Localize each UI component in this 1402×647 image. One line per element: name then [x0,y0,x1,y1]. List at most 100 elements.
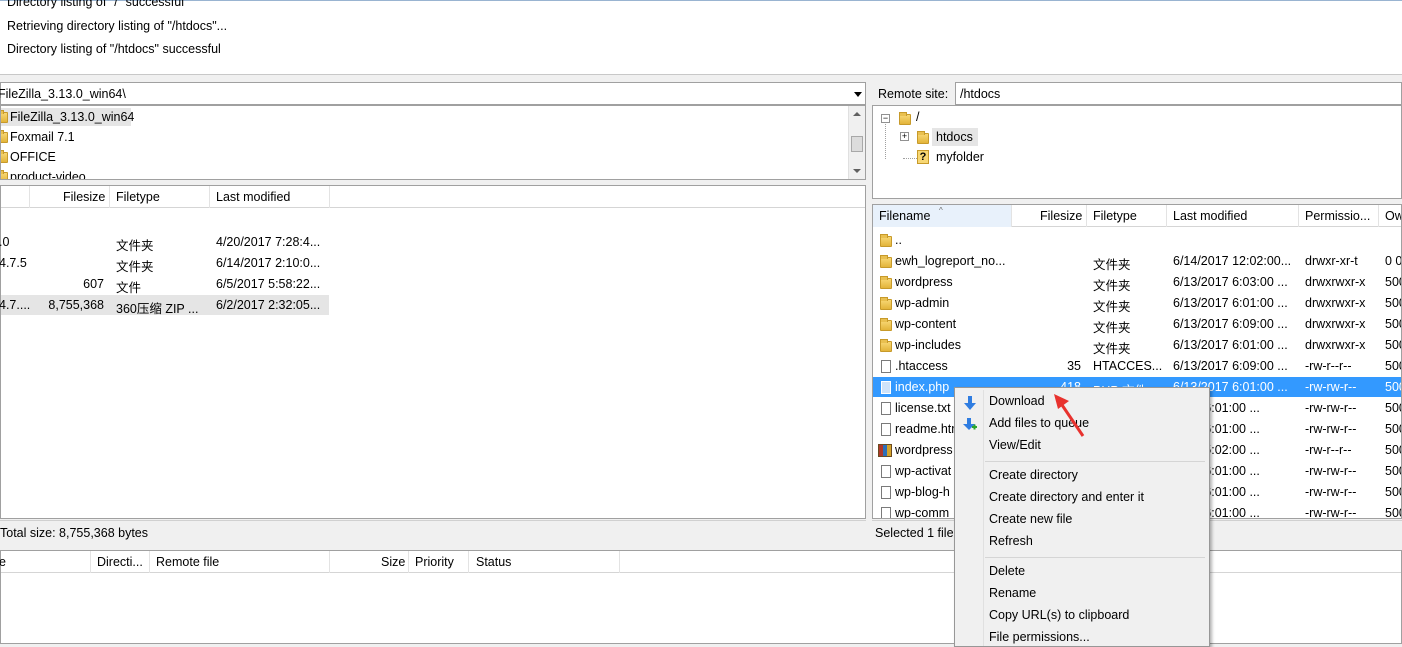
cell-perm: drwxrwxr-x [1305,275,1366,289]
cell-perm: drwxrwxr-x [1305,338,1366,352]
menu-delete[interactable]: Delete [989,564,1025,578]
remote-selection-status: Selected 1 file [875,526,954,540]
column-size[interactable]: Size [381,555,405,569]
table-row[interactable]: wp-admin 文件夹 6/13/2017 6:01:00 ... drwxrwxr… [873,293,1401,314]
cell-name: ewh_logreport_no... [895,254,1006,268]
cell-name: .htaccess [895,359,948,373]
cell-owner: 500 [1385,296,1401,310]
cell-owner: 0 0 [1385,254,1402,268]
folder-icon [1,170,8,179]
cell-perm: -rw-rw-r-- [1305,422,1357,436]
folder-icon [880,234,892,247]
file-icon [881,360,891,373]
cell-name: wp-activat [895,464,952,478]
column-last-modified[interactable]: Last modified [1173,209,1247,223]
column-direction[interactable]: Directi... [97,555,143,569]
tree-item-filezilla[interactable]: FileZilla_3.13.0_win64 [1,108,134,126]
column-priority[interactable]: Priority [415,555,454,569]
cell-type: 文件夹 [1093,279,1131,293]
table-row[interactable]: .. [873,230,1401,250]
table-row[interactable]: ewh_logreport_no... 文件夹 6/14/2017 12:02:00… [873,251,1402,272]
table-row[interactable]: 607 文件 6/5/2017 5:58:22... [1,274,329,295]
table-row[interactable]: .0 文件夹 4/20/2017 7:28:4... [0,232,329,253]
expand-icon[interactable]: + [900,132,909,141]
tree-item-myfolder[interactable]: myfolder [936,150,984,164]
file-icon [881,381,891,394]
column-filetype[interactable]: Filetype [116,190,160,204]
remote-list-header: Filename ^ Filesize Filetype Last modifi… [873,205,1401,227]
cell-perm: -rw-rw-r-- [1305,506,1357,519]
column-filetype[interactable]: Filetype [1093,209,1137,223]
folder-icon [1,130,8,143]
scroll-down-icon[interactable] [853,169,861,173]
menu-download[interactable]: Download [989,394,1045,408]
menu-create-directory[interactable]: Create directory [989,468,1078,482]
collapse-icon[interactable]: − [881,114,890,123]
file-icon [881,423,891,436]
menu-rename[interactable]: Rename [989,586,1036,600]
table-row[interactable]: .htaccess 35 HTACCES... 6/13/2017 6:09:00 .… [873,356,1401,376]
menu-file-permissions[interactable]: File permissions... [989,630,1090,644]
log-line: Directory listing of "/" successful [7,0,184,9]
column-filesize[interactable]: Filesize [63,190,105,204]
menu-create-directory-enter[interactable]: Create directory and enter it [989,490,1144,504]
cell-owner: 500 [1385,401,1401,415]
remote-tree: − / + htdocs ? myfolder [872,105,1402,199]
cell-owner: 500 [1385,359,1401,373]
cell-modified: 6/13/2017 6:03:00 ... [1173,275,1288,289]
menu-view-edit[interactable]: View/Edit [989,438,1041,452]
cell-type: 文件夹 [1093,258,1131,272]
table-row[interactable]: wp-includes 文件夹 6/13/2017 6:01:00 ... drwxr… [873,335,1401,356]
tree-item-office[interactable]: OFFICE [1,148,131,166]
cell-owner: 500 [1385,275,1401,289]
cell-perm: -rw-rw-r-- [1305,401,1357,415]
tree-item-htdocs[interactable]: htdocs [932,128,978,146]
column-filename[interactable]: Filename [879,209,930,223]
cell-name: wp-blog-h [895,485,950,499]
local-tree: FileZilla_3.13.0_win64 Foxmail 7.1 OFFIC… [0,105,866,180]
table-row[interactable]: 4.7.... 8,755,368 360压缩 ZIP ... 6/2/2017… [0,295,329,316]
column-status[interactable]: Status [476,555,511,569]
folder-icon [880,297,892,310]
column-remote-file[interactable]: Remote file [156,555,219,569]
menu-refresh[interactable]: Refresh [989,534,1033,548]
table-row[interactable]: 4.7.5 文件夹 6/14/2017 2:10:0... [0,253,329,274]
menu-create-new-file[interactable]: Create new file [989,512,1072,526]
file-icon [881,402,891,415]
local-path-input[interactable]: FileZilla_3.13.0_win64\ [0,87,126,101]
cell-owner: 500 [1385,317,1401,331]
folder-icon [1,150,8,163]
tree-item-root[interactable]: / [916,110,919,124]
cell-name: wordpress [895,275,953,289]
column-filesize[interactable]: Filesize [1040,209,1082,223]
table-row[interactable]: wordpress 文件夹 6/13/2017 6:03:00 ... drwxrwx… [873,272,1401,293]
table-row[interactable]: wp-content 文件夹 6/13/2017 6:09:00 ... drwxrw… [873,314,1401,335]
folder-icon [880,318,892,331]
log-line: Directory listing of "/htdocs" successfu… [7,42,221,56]
remote-path-input[interactable]: /htdocs [955,82,1402,105]
cell-perm: -rw-rw-r-- [1305,464,1357,478]
cell-modified: 6/14/2017 12:02:00... [1173,254,1292,268]
cell-name: wp-content [895,317,957,331]
local-path-bar[interactable]: FileZilla_3.13.0_win64\ [0,82,866,105]
menu-copy-url[interactable]: Copy URL(s) to clipboard [989,608,1129,622]
column-queue-file[interactable]: e [0,555,6,569]
cell-size: 35 [1067,359,1081,373]
local-tree-scrollbar[interactable] [848,106,865,179]
file-icon [881,486,891,499]
download-icon [964,396,976,410]
cell-name: wp-comm [895,506,950,519]
tree-item-product-video[interactable]: product-video [1,168,131,179]
folder-icon [880,339,892,352]
folder-icon [880,276,892,289]
column-last-modified[interactable]: Last modified [216,190,290,204]
cell-owner: 500 [1385,380,1401,394]
chevron-down-icon[interactable] [854,92,862,97]
cell-perm: drwxrwxr-x [1305,317,1366,331]
column-owner[interactable]: Ow [1385,209,1401,223]
scroll-thumb[interactable] [851,136,863,152]
column-permissions[interactable]: Permissio... [1305,209,1370,223]
scroll-up-icon[interactable] [853,112,861,116]
log-line: Retrieving directory listing of "/htdocs… [7,19,228,33]
tree-item-foxmail[interactable]: Foxmail 7.1 [1,128,131,146]
